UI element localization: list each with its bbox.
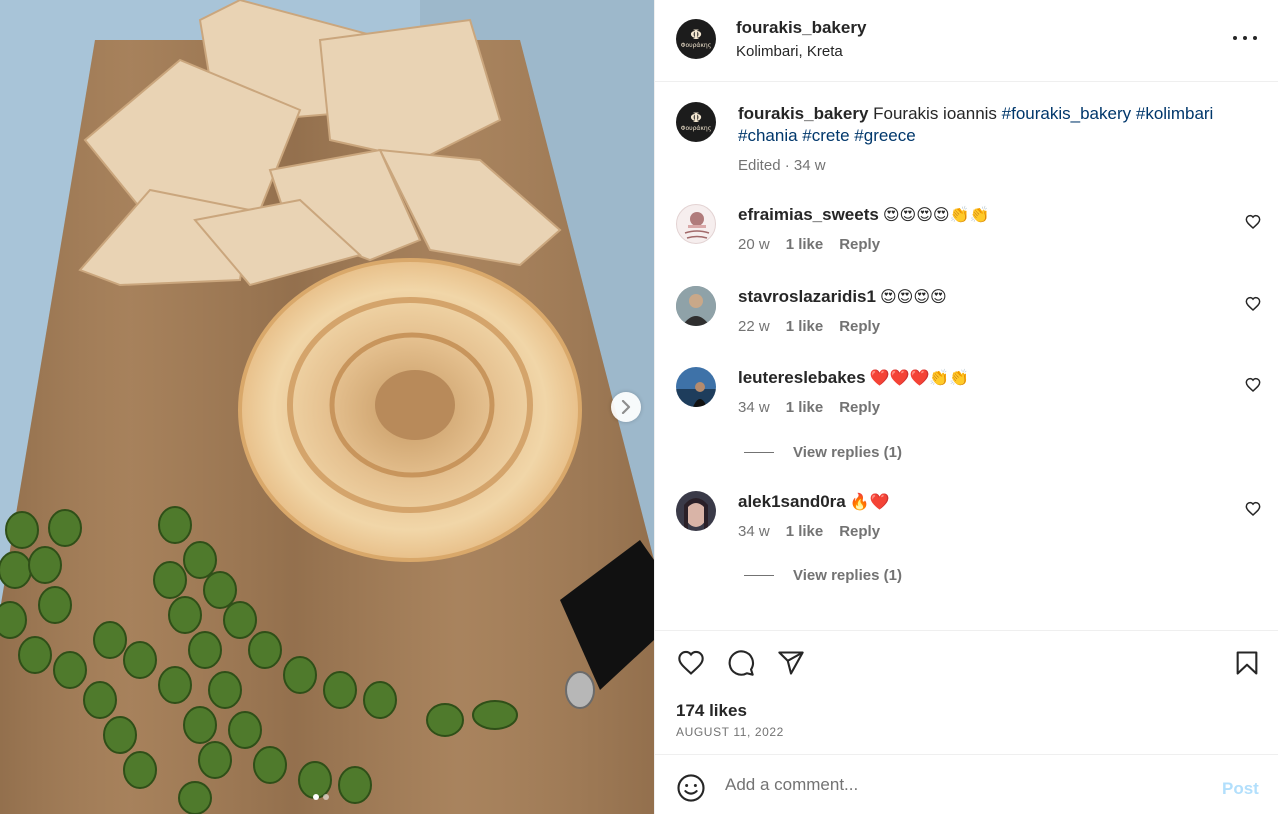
reply-button[interactable]: Reply	[839, 523, 880, 540]
hashtag-link[interactable]: #chania	[738, 126, 798, 145]
caption: fourakis_bakery Fourakis ioannis #fourak…	[738, 103, 1248, 147]
add-comment-bar: Post	[655, 754, 1278, 814]
comment-body: 😍😍😍😍👏👏	[882, 205, 990, 224]
comment-likes[interactable]: 1 like	[786, 318, 824, 335]
post-date[interactable]: AUGUST 11, 2022	[676, 725, 784, 739]
emoji-icon[interactable]	[676, 773, 706, 803]
comment-body: 😍😍😍😍	[879, 287, 947, 306]
comment-username[interactable]: efraimias_sweets	[738, 205, 879, 224]
heart-icon[interactable]	[1245, 214, 1261, 230]
comment-meta: 34 w 1 like Reply	[738, 399, 880, 416]
view-replies-button[interactable]: View replies (1)	[744, 567, 902, 584]
comment-body: 🔥❤️	[849, 492, 890, 511]
carousel-dot	[323, 794, 329, 800]
caption-username[interactable]: fourakis_bakery	[738, 104, 868, 123]
comment-item: efraimias_sweets 😍😍😍😍👏👏 20 w 1 like Reply	[655, 204, 1278, 284]
view-replies-label: View replies (1)	[793, 567, 902, 584]
chevron-right-icon	[621, 400, 631, 414]
comment-input[interactable]	[725, 773, 1185, 797]
reply-button[interactable]: Reply	[839, 236, 880, 253]
comment-text: leutereslebakes ❤️❤️❤️👏👏	[738, 367, 969, 389]
commenter-avatar[interactable]	[676, 367, 716, 407]
woman-photo-icon	[676, 491, 716, 531]
edited-label: Edited	[738, 157, 781, 174]
caption-text: Fourakis ioannis	[873, 104, 997, 123]
comment-time[interactable]: 34 w	[738, 523, 770, 540]
view-replies-label: View replies (1)	[793, 444, 902, 461]
comment-username[interactable]: leutereslebakes	[738, 368, 866, 387]
more-icon	[1243, 36, 1247, 40]
post-username[interactable]: fourakis_bakery	[736, 18, 866, 38]
hashtag-link[interactable]: #fourakis_bakery	[1002, 104, 1131, 123]
next-image-button[interactable]	[611, 392, 641, 422]
avatar-logo-glyph: Φ	[690, 27, 702, 43]
view-replies-button[interactable]: View replies (1)	[744, 444, 902, 461]
comment-meta: 20 w 1 like Reply	[738, 236, 880, 253]
comment-meta: 22 w 1 like Reply	[738, 318, 880, 335]
carousel-indicator	[313, 794, 329, 800]
post-header: Φ Φουράκης fourakis_bakery Kolimbari, Kr…	[655, 0, 1278, 82]
meta-separator: ·	[784, 157, 790, 174]
replies-line	[744, 575, 774, 576]
comment-item: stavroslazaridis1 😍😍😍😍 22 w 1 like Reply	[655, 286, 1278, 366]
comments-section[interactable]: Φ Φουράκης fourakis_bakery Fourakis ioan…	[655, 82, 1278, 630]
post-location[interactable]: Kolimbari, Kreta	[736, 43, 843, 60]
avatar-logo-glyph: Φ	[690, 110, 702, 126]
commenter-avatar[interactable]	[676, 491, 716, 531]
comment-item: leutereslebakes ❤️❤️❤️👏👏 34 w 1 like Repl…	[655, 367, 1278, 447]
person-photo-icon	[676, 286, 716, 326]
reply-button[interactable]: Reply	[839, 399, 880, 416]
comment-meta: 34 w 1 like Reply	[738, 523, 880, 540]
comment-likes[interactable]: 1 like	[786, 399, 824, 416]
post-actions: 174 likes AUGUST 11, 2022	[655, 630, 1278, 754]
post-comment-button[interactable]: Post	[1222, 779, 1259, 799]
comment-username[interactable]: stavroslazaridis1	[738, 287, 876, 306]
heart-icon[interactable]	[1245, 377, 1261, 393]
comment-time[interactable]: 20 w	[738, 236, 770, 253]
comment-text: alek1sand0ra 🔥❤️	[738, 491, 890, 513]
avatar-logo-text: Φουράκης	[680, 124, 712, 132]
comment-time[interactable]: 34 w	[738, 399, 770, 416]
hashtag-link[interactable]: #kolimbari	[1136, 104, 1213, 123]
efraimias-logo-icon	[684, 212, 710, 239]
heart-icon[interactable]	[1245, 296, 1261, 312]
likes-count[interactable]: 174 likes	[676, 701, 747, 721]
commenter-avatar[interactable]	[676, 286, 716, 326]
comment-icon[interactable]	[726, 649, 756, 677]
bookmark-icon[interactable]	[1232, 649, 1262, 677]
pastry-photo	[0, 0, 654, 814]
caption-time[interactable]: 34 w	[794, 157, 826, 174]
comment-text: efraimias_sweets 😍😍😍😍👏👏	[738, 204, 989, 226]
hashtag-link[interactable]: #greece	[854, 126, 915, 145]
carousel-dot-active	[313, 794, 319, 800]
more-options-button[interactable]	[1233, 28, 1257, 48]
comment-item: alek1sand0ra 🔥❤️ 34 w 1 like Reply	[655, 491, 1278, 571]
comment-text: stavroslazaridis1 😍😍😍😍	[738, 286, 947, 308]
caption-meta: Edited · 34 w	[738, 157, 826, 174]
comment-username[interactable]: alek1sand0ra	[738, 492, 846, 511]
replies-line	[744, 452, 774, 453]
comment-likes[interactable]: 1 like	[786, 523, 824, 540]
more-icon	[1233, 36, 1237, 40]
commenter-avatar[interactable]	[676, 204, 716, 244]
comment-body: ❤️❤️❤️👏👏	[869, 368, 970, 387]
post-image[interactable]	[0, 0, 654, 814]
reply-button[interactable]: Reply	[839, 318, 880, 335]
share-icon[interactable]	[776, 649, 806, 677]
hashtag-link[interactable]: #crete	[802, 126, 849, 145]
post-details-panel: Φ Φουράκης fourakis_bakery Kolimbari, Kr…	[654, 0, 1278, 814]
heart-icon[interactable]	[1245, 501, 1261, 517]
heart-icon[interactable]	[676, 649, 706, 677]
avatar-logo-text: Φουράκης	[680, 41, 712, 49]
comment-time[interactable]: 22 w	[738, 318, 770, 335]
avatar[interactable]: Φ Φουράκης	[676, 19, 716, 59]
caption-avatar[interactable]: Φ Φουράκης	[676, 102, 716, 142]
sea-photo-icon	[676, 367, 716, 407]
comment-likes[interactable]: 1 like	[786, 236, 824, 253]
more-icon	[1253, 36, 1257, 40]
